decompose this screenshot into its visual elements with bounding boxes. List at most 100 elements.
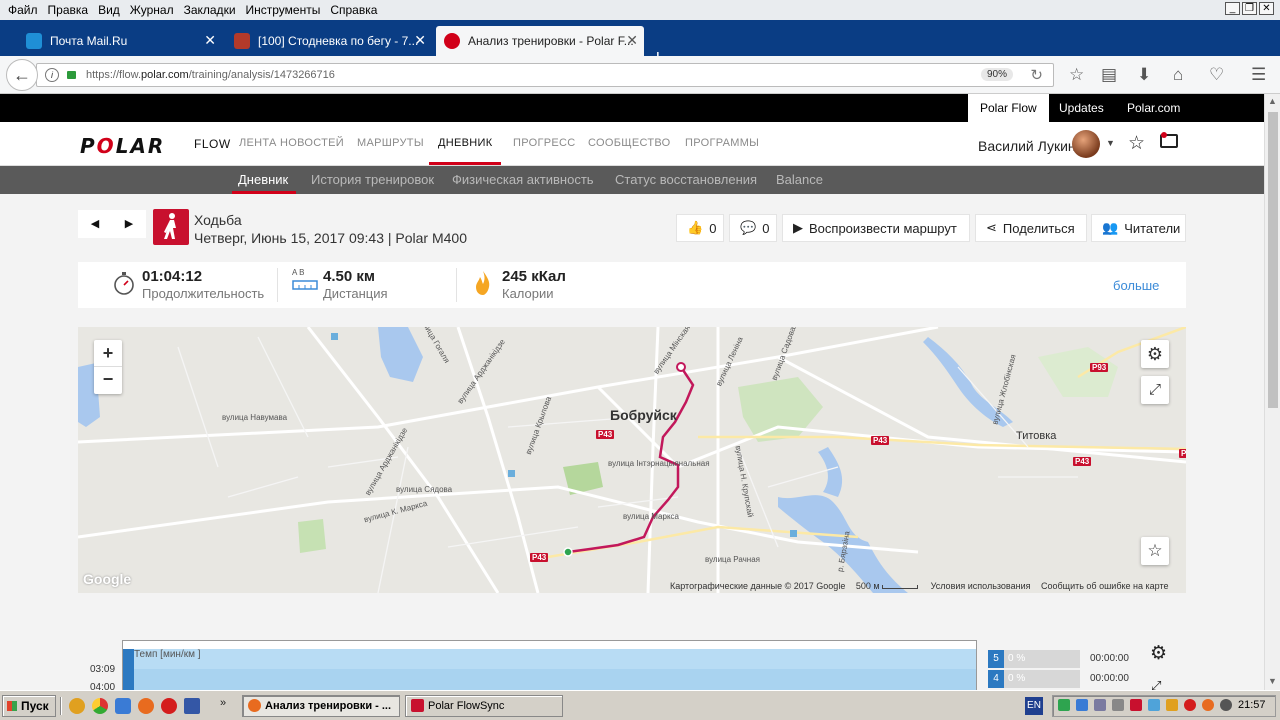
task-polar-flowsync[interactable]: Polar FlowSync (405, 695, 563, 717)
start-button[interactable]: Пуск (2, 695, 56, 717)
more-link[interactable]: больше (1113, 278, 1159, 293)
language-indicator[interactable]: EN (1025, 697, 1043, 715)
route-map[interactable]: Бобруйск Титовка вулица Навумава вулица … (78, 327, 1186, 593)
readers-button[interactable]: 👥 Читатели (1091, 214, 1186, 242)
tray-app-icon[interactable] (1076, 699, 1088, 711)
replay-route-button[interactable]: ▶ Воспроизвести маршрут (782, 214, 970, 242)
quicklaunch-more-icon[interactable]: » (220, 697, 226, 709)
map-report-link[interactable]: Сообщить об ошибке на карте (1041, 581, 1168, 591)
zone-percent: 0 % (1008, 673, 1026, 684)
nav-diary[interactable]: ДНЕВНИК (438, 137, 492, 149)
quicklaunch-opera-icon[interactable] (161, 698, 177, 714)
zoom-level[interactable]: 90% (980, 68, 1013, 81)
caret-down-icon[interactable]: ▼ (1106, 138, 1115, 148)
reload-icon[interactable]: ↻ (1030, 66, 1043, 84)
nav-routes[interactable]: МАРШРУТЫ (357, 137, 424, 149)
quicklaunch-app-icon[interactable] (115, 698, 131, 714)
favorites-star-icon[interactable]: ☆ (1128, 132, 1145, 155)
pocket-icon[interactable]: ♡ (1209, 65, 1224, 85)
menu-history[interactable]: Журнал (130, 3, 174, 17)
tray-shield-icon[interactable] (1130, 699, 1142, 711)
nav-programs[interactable]: ПРОГРАММЫ (685, 137, 759, 149)
tray-update-icon[interactable] (1166, 699, 1178, 711)
back-button[interactable]: ← (6, 59, 38, 91)
quicklaunch-chrome-icon[interactable] (92, 698, 108, 714)
polar-logo[interactable]: POLAR (80, 134, 165, 158)
subnav-diary[interactable]: Дневник (238, 172, 288, 187)
avatar[interactable] (1072, 130, 1100, 158)
tray-network-icon[interactable] (1094, 699, 1106, 711)
road-shield: P43 (530, 553, 549, 562)
distance-label: Дистанция (323, 286, 388, 301)
tab-polar-analysis[interactable]: Анализ тренировки - Polar F... ✕ (436, 26, 644, 56)
menu-file[interactable]: Файл (8, 3, 38, 17)
tray-misc-icon[interactable] (1220, 699, 1232, 711)
map-terms-link[interactable]: Условия использования (931, 581, 1031, 591)
top-link-polar-com[interactable]: Polar.com (1127, 94, 1180, 122)
scroll-up-icon[interactable]: ▲ (1268, 96, 1277, 106)
polar-top-strip: Polar Flow Updates Polar.com (0, 94, 1264, 122)
tray-cloud-icon[interactable] (1148, 699, 1160, 711)
scroll-down-icon[interactable]: ▼ (1268, 676, 1277, 686)
top-link-updates[interactable]: Updates (1059, 94, 1104, 122)
menu-bookmarks[interactable]: Закладки (184, 3, 236, 17)
menu-tools[interactable]: Инструменты (246, 3, 321, 17)
menu-help[interactable]: Справка (330, 3, 377, 17)
close-window-icon[interactable]: ✕ (1259, 2, 1274, 15)
minimize-icon[interactable]: _ (1225, 2, 1240, 15)
nav-news-feed[interactable]: ЛЕНТА НОВОСТЕЙ (239, 137, 344, 149)
menu-view[interactable]: Вид (98, 3, 120, 17)
close-tab-icon[interactable]: ✕ (414, 32, 426, 49)
share-button[interactable]: ⋖ Поделиться (975, 214, 1087, 242)
top-link-polar-flow[interactable]: Polar Flow (968, 94, 1049, 122)
like-button[interactable]: 👍 0 (676, 214, 724, 242)
task-label: Анализ тренировки - ... (265, 700, 392, 712)
map-favorite-star-icon[interactable]: ☆ (1141, 537, 1169, 565)
prev-arrow-icon[interactable]: ◀ (78, 210, 112, 238)
close-tab-icon[interactable]: ✕ (626, 32, 638, 49)
next-arrow-icon[interactable]: ▶ (112, 210, 146, 238)
url-bar[interactable]: i https://flow.polar.com/training/analys… (36, 63, 1054, 87)
fullscreen-icon[interactable]: ⤢ (1141, 376, 1169, 404)
tray-a-icon[interactable] (1058, 699, 1070, 711)
tab-stodnevka[interactable]: [100] Стодневка по бегу - 7... ✕ (226, 26, 432, 56)
nav-community[interactable]: СООБЩЕСТВО (588, 137, 671, 149)
quicklaunch-avast-icon[interactable] (69, 698, 85, 714)
close-tab-icon[interactable]: ✕ (204, 32, 216, 49)
zone-number: 4 (988, 670, 1004, 688)
tray-firefox-icon[interactable] (1202, 699, 1214, 711)
chart-settings-gear-icon[interactable]: ⚙ (1150, 642, 1167, 665)
map-settings-gear-icon[interactable]: ⚙ (1141, 340, 1169, 368)
menu-edit[interactable]: Правка (48, 3, 89, 17)
subnav-physical-activity[interactable]: Физическая активность (452, 172, 594, 187)
home-icon[interactable]: ⌂ (1173, 65, 1183, 85)
quicklaunch-firefox-icon[interactable] (138, 698, 154, 714)
chart-expand-icon[interactable]: ⤢ (1151, 678, 1161, 690)
scroll-thumb[interactable] (1268, 112, 1278, 408)
subnav-balance[interactable]: Balance (776, 172, 823, 187)
user-name[interactable]: Василий Лукин (978, 138, 1076, 154)
polar-icon (444, 33, 460, 49)
subnav-recovery-status[interactable]: Статус восстановления (615, 172, 757, 187)
task-label: Polar FlowSync (428, 700, 505, 712)
library-icon[interactable]: ▤ (1101, 65, 1117, 85)
subnav-training-history[interactable]: История тренировок (311, 172, 434, 187)
comment-button[interactable]: 💬 0 (729, 214, 777, 242)
info-icon[interactable]: i (45, 68, 59, 82)
quicklaunch-save-icon[interactable] (184, 698, 200, 714)
task-firefox[interactable]: Анализ тренировки - ... (242, 695, 400, 717)
zoom-in-icon[interactable]: + (94, 340, 122, 367)
tab-mail-ru[interactable]: Почта Mail.Ru ✕ (18, 26, 222, 56)
restore-icon[interactable]: ❐ (1242, 2, 1257, 15)
page-scrollbar[interactable]: ▲ ▼ (1264, 94, 1280, 690)
bookmark-star-icon[interactable]: ☆ (1069, 65, 1084, 85)
zoom-out-icon[interactable]: − (94, 367, 122, 394)
nav-progress[interactable]: ПРОГРЕСС (513, 137, 575, 149)
tray-sound-icon[interactable] (1112, 699, 1124, 711)
pace-chart[interactable]: Темп [мин/км ] (122, 640, 977, 690)
comment-icon: 💬 (740, 220, 757, 235)
tray-opera-icon[interactable] (1184, 699, 1196, 711)
hamburger-menu-icon[interactable]: ☰ (1251, 65, 1266, 85)
navigation-bar: i https://flow.polar.com/training/analys… (0, 56, 1280, 94)
download-icon[interactable]: ⬇ (1137, 65, 1151, 85)
